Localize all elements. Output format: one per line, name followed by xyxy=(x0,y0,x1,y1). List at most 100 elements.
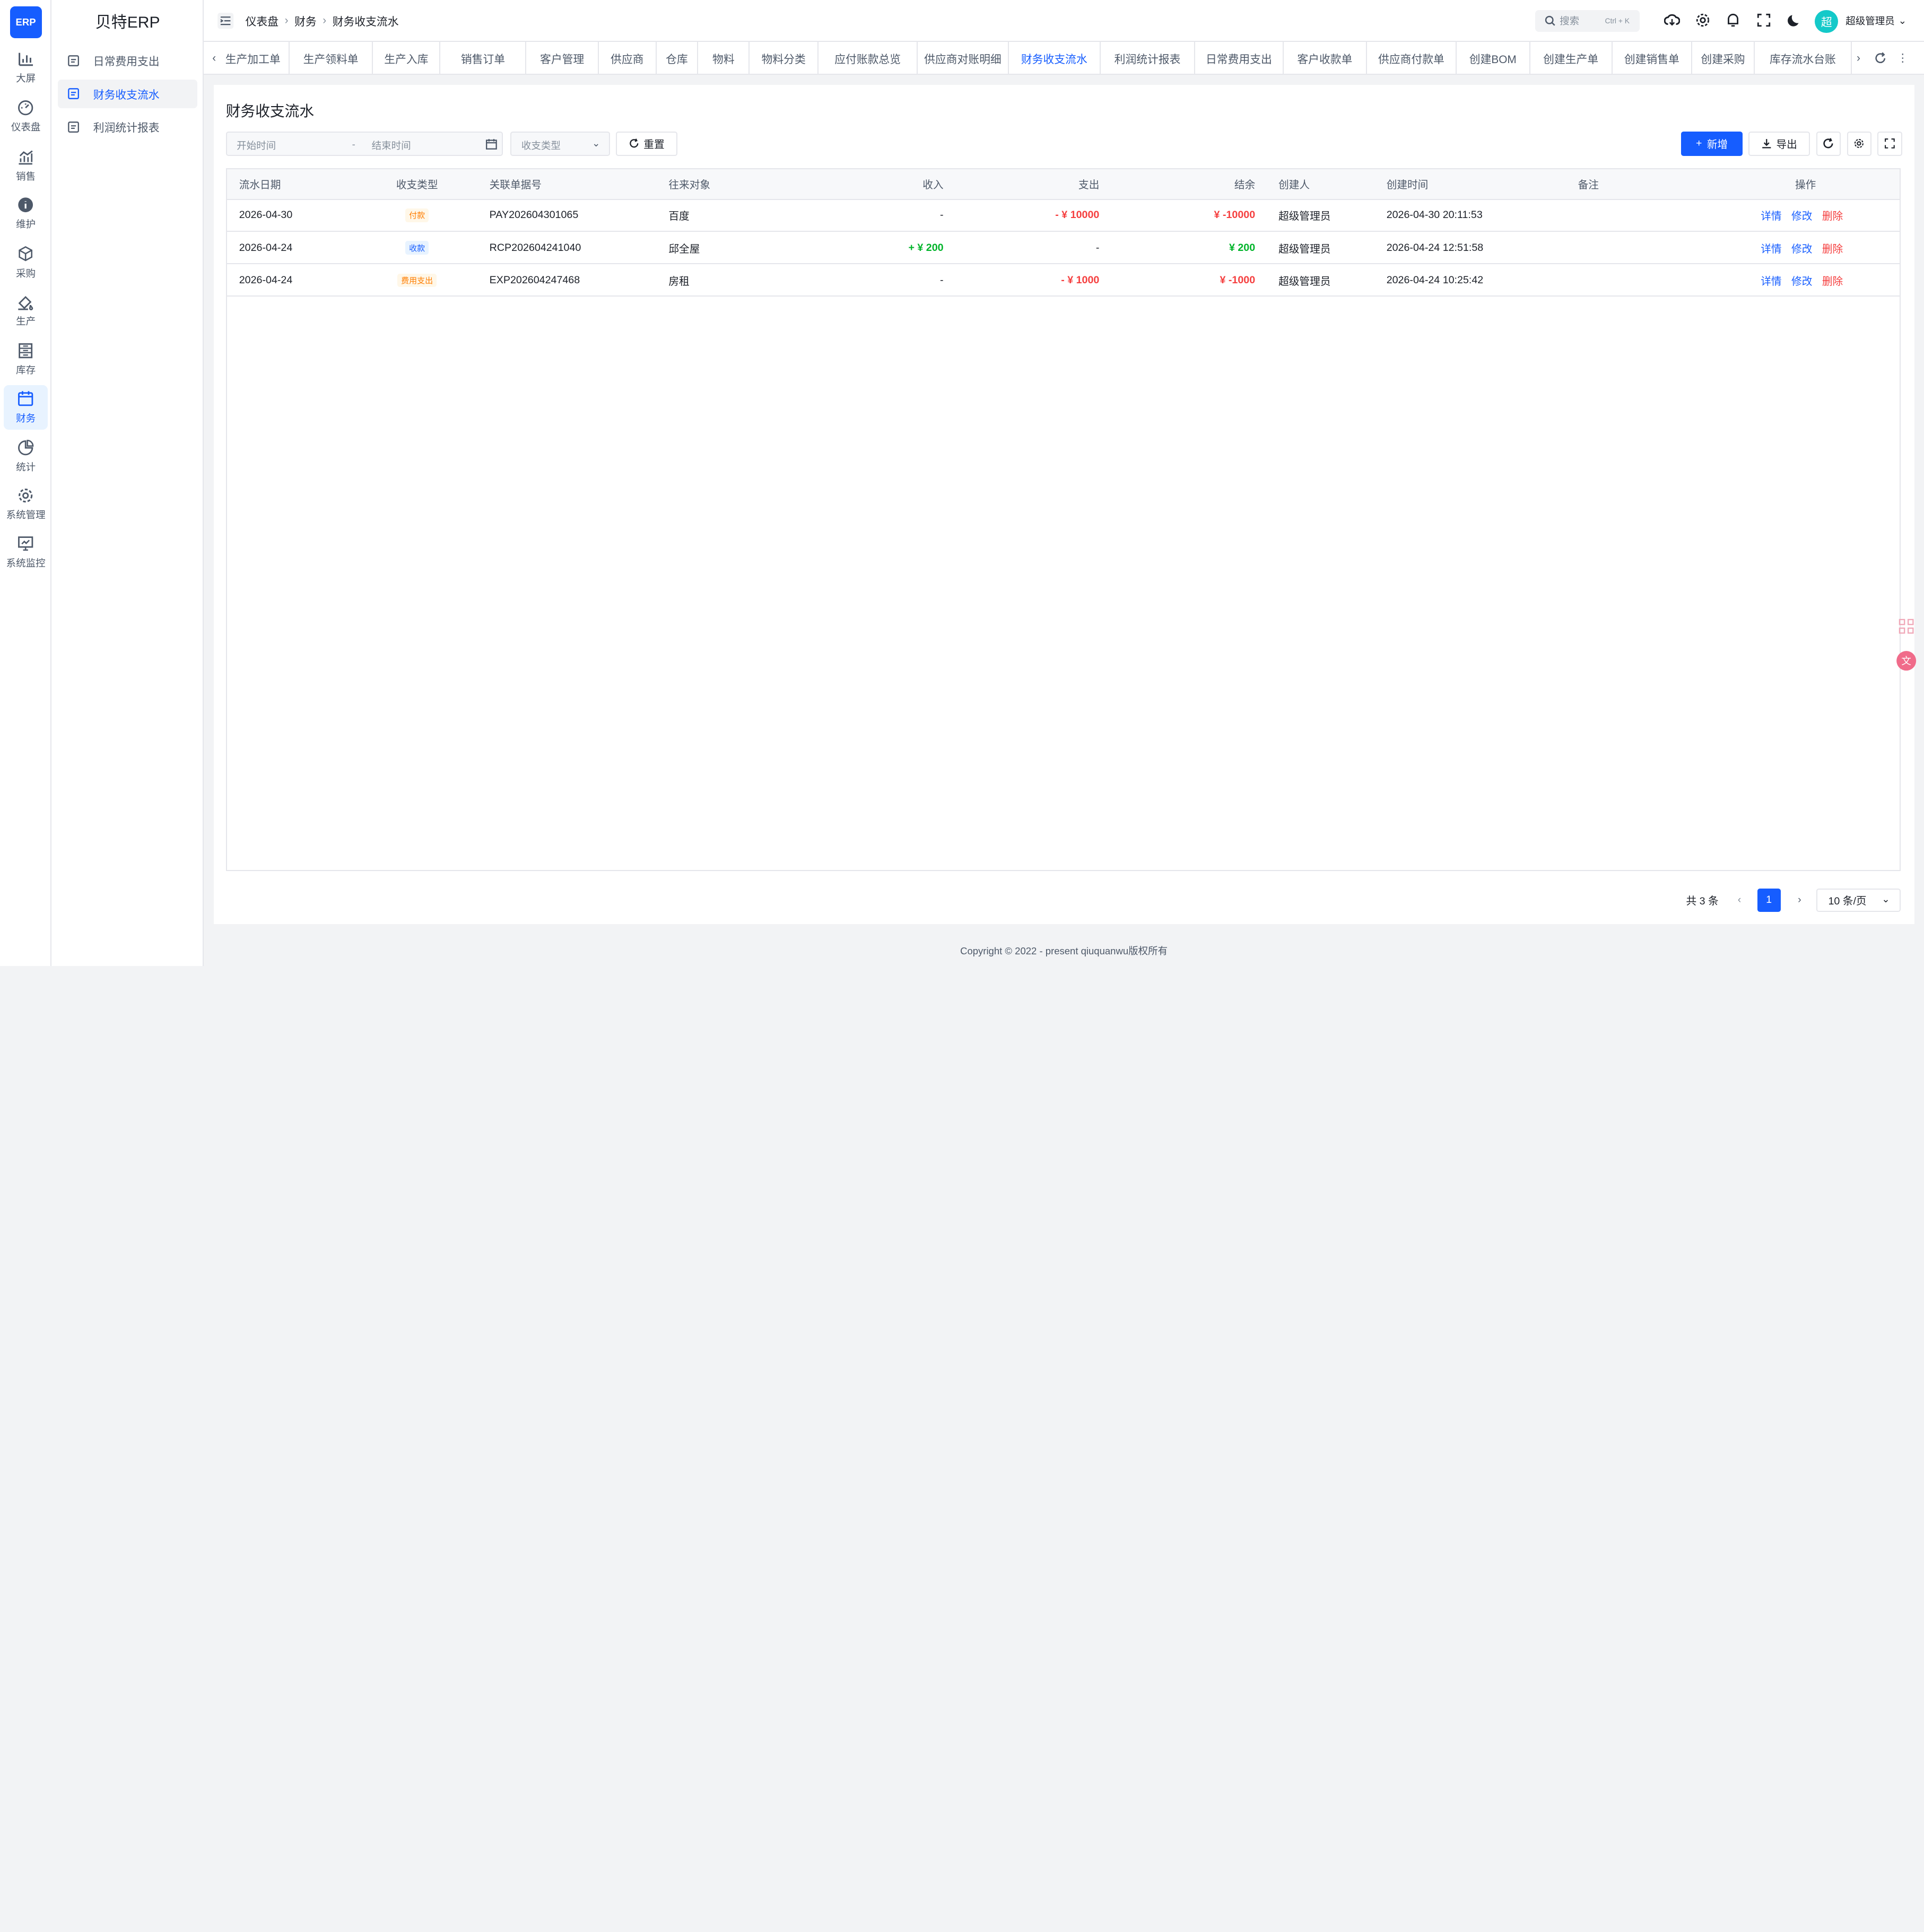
app-logo[interactable]: ERP xyxy=(10,6,42,38)
cell-created: 2026-04-24 10:25:42 xyxy=(1386,274,1484,286)
export-button[interactable]: 导出 xyxy=(1748,131,1810,156)
detail-link[interactable]: 详情 xyxy=(1761,273,1781,288)
menu-collapse-icon[interactable] xyxy=(217,12,234,29)
tab-item[interactable]: 生产领料单 xyxy=(290,41,373,75)
rail-item-7[interactable]: 财务 xyxy=(3,385,48,430)
tab-scroll-right-icon[interactable]: › xyxy=(1857,42,1860,75)
avatar[interactable]: 超 xyxy=(1815,10,1839,33)
cloud-icon[interactable] xyxy=(1664,12,1680,28)
tab-item[interactable]: 库存流水台账 xyxy=(1755,41,1852,75)
user-menu[interactable]: 超级管理员 ⌄ xyxy=(1845,0,1906,42)
rail-item-2[interactable]: 销售 xyxy=(4,144,48,188)
rail-item-0[interactable]: 大屏 xyxy=(4,46,48,90)
submenu-item-0[interactable]: 日常费用支出 xyxy=(58,47,198,75)
delete-link[interactable]: 删除 xyxy=(1822,240,1843,256)
cell-type: 付款 xyxy=(368,200,466,231)
page-1-button[interactable]: 1 xyxy=(1757,888,1781,912)
search-input[interactable]: 搜索 Ctrl + K xyxy=(1535,10,1640,32)
tab-item[interactable]: 创建销售单 xyxy=(1613,41,1693,75)
cell-income: + ¥ 200 xyxy=(908,241,944,254)
refresh-button[interactable] xyxy=(1816,131,1841,156)
col-creator: 创建人 xyxy=(1278,179,1310,192)
date-range-picker[interactable]: 开始时间 - 结束时间 xyxy=(225,131,503,156)
table-header: 流水日期 收支类型 关联单据号 往来对象 收入 支出 结余 创建人 创建时间 备… xyxy=(227,169,1900,200)
fullscreen-button[interactable] xyxy=(1877,131,1902,156)
footer: Copyright © 2022 - present qiuquanwu版权所有 xyxy=(960,945,1168,956)
detail-link[interactable]: 详情 xyxy=(1761,207,1781,223)
tab-item[interactable]: 供应商 xyxy=(599,41,657,75)
refresh-tab-icon[interactable] xyxy=(1874,51,1887,65)
tab-item[interactable]: 创建BOM xyxy=(1457,41,1530,75)
rail-item-4[interactable]: 采购 xyxy=(4,240,48,284)
breadcrumb-item[interactable]: 财务 xyxy=(294,13,317,29)
submenu-label: 日常费用支出 xyxy=(93,56,160,68)
start-time-input[interactable]: 开始时间 xyxy=(237,138,276,152)
page-size-select[interactable]: 10 条/页 ⌄ xyxy=(1816,888,1901,912)
download-icon xyxy=(1762,139,1771,149)
tab-more-icon[interactable]: ⋮ xyxy=(1897,42,1908,75)
cell-expense: - ¥ 1000 xyxy=(1061,274,1100,286)
end-time-input[interactable]: 结束时间 xyxy=(372,138,411,152)
add-button[interactable]: + 新增 xyxy=(1681,131,1743,156)
reset-button[interactable]: 重置 xyxy=(616,131,677,156)
tab-item[interactable]: 日常费用支出 xyxy=(1195,41,1284,75)
tab-scroll-left-icon[interactable]: ‹ xyxy=(212,42,216,75)
cell-actions: 详情 修改 删除 xyxy=(1761,232,1852,263)
rail-item-3[interactable]: 维护 xyxy=(4,192,48,236)
type-select[interactable]: 收支类型 ⌄ xyxy=(510,131,610,156)
tab-item[interactable]: 供应商付款单 xyxy=(1367,41,1457,75)
tab-item[interactable]: 物料分类 xyxy=(750,41,819,75)
edit-link[interactable]: 修改 xyxy=(1791,273,1812,288)
tab-item[interactable]: 应付账款总览 xyxy=(819,41,918,75)
delete-link[interactable]: 删除 xyxy=(1822,273,1843,288)
storage-icon xyxy=(19,343,33,359)
tab-item[interactable]: 仓库 xyxy=(657,41,699,75)
cell-income: - xyxy=(940,209,944,221)
tab-item[interactable]: 创建生产单 xyxy=(1530,41,1613,75)
tab-item[interactable]: 客户管理 xyxy=(526,41,599,75)
detail-link[interactable]: 详情 xyxy=(1761,240,1781,256)
submenu-item-2[interactable]: 利润统计报表 xyxy=(58,113,198,141)
rail-item-9[interactable]: 系统管理 xyxy=(4,482,48,526)
rail-item-1[interactable]: 仪表盘 xyxy=(4,94,48,138)
tab-item[interactable]: 物料 xyxy=(698,41,750,75)
type-select-placeholder: 收支类型 xyxy=(521,140,561,152)
submenu-item-1[interactable]: 财务收支流水 xyxy=(57,80,198,108)
calendar-icon xyxy=(485,139,497,150)
total-count: 共 3 条 xyxy=(1686,895,1719,907)
delete-link[interactable]: 删除 xyxy=(1822,207,1843,223)
fullscreen-icon[interactable] xyxy=(1756,12,1772,28)
edit-link[interactable]: 修改 xyxy=(1791,207,1812,223)
breadcrumb-item[interactable]: 仪表盘 xyxy=(246,13,278,29)
tab-item[interactable]: 生产入库 xyxy=(373,41,441,75)
plus-icon: + xyxy=(1696,137,1702,150)
add-label: 新增 xyxy=(1707,139,1728,151)
rail-item-10[interactable]: 系统监控 xyxy=(4,530,48,574)
tab-item[interactable]: 客户收款单 xyxy=(1284,41,1367,75)
cell-actions: 详情 修改 删除 xyxy=(1761,200,1852,231)
sub-navigation: 日常费用支出财务收支流水利润统计报表 xyxy=(51,0,204,966)
rail-item-5[interactable]: 生产 xyxy=(4,289,48,333)
rail-item-8[interactable]: 统计 xyxy=(4,434,48,478)
tab-item[interactable]: 销售订单 xyxy=(440,41,527,75)
tab-item[interactable]: 生产加工单 xyxy=(217,41,290,75)
tab-item[interactable]: 利润统计报表 xyxy=(1101,41,1196,75)
cell-expense: - xyxy=(1095,241,1100,254)
tab-item[interactable]: 供应商对账明细 xyxy=(918,41,1009,75)
bell-icon[interactable] xyxy=(1725,12,1741,28)
column-settings-button[interactable] xyxy=(1847,131,1871,156)
rail-label: 系统监控 xyxy=(6,557,46,569)
apps-icon[interactable] xyxy=(1896,616,1917,637)
moon-icon[interactable] xyxy=(1787,12,1803,28)
edit-link[interactable]: 修改 xyxy=(1791,240,1812,256)
tab-item[interactable]: 创建采购 xyxy=(1692,41,1755,75)
prev-page-button[interactable]: ‹ xyxy=(1728,889,1751,912)
settings-icon[interactable] xyxy=(1695,12,1711,28)
submenu-label: 利润统计报表 xyxy=(93,122,160,135)
tab-item[interactable]: 财务收支流水 xyxy=(1009,41,1101,75)
next-page-button[interactable]: › xyxy=(1788,889,1811,912)
translate-icon[interactable]: 文 xyxy=(1896,650,1917,671)
svg-text:文: 文 xyxy=(1901,656,1911,667)
cell-date: 2026-04-24 xyxy=(239,274,293,286)
rail-item-6[interactable]: 库存 xyxy=(4,337,48,381)
